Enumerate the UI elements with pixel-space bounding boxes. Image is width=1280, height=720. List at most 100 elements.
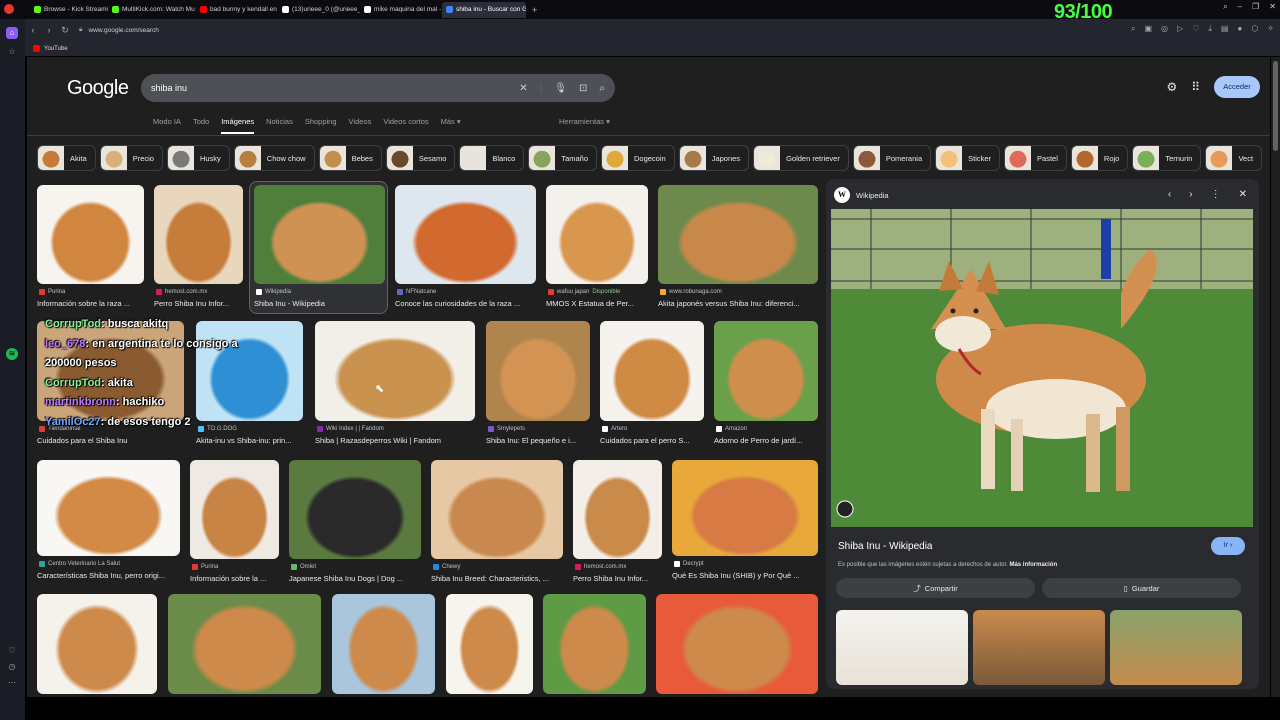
chevron-right-icon[interactable]: › [1189,189,1192,200]
image-result[interactable] [486,321,590,421]
browser-tab[interactable]: MultiKick.com: Watch Mu [108,2,196,18]
tab-1[interactable]: Todo [193,117,209,134]
result-source[interactable]: hemost.com.mx [156,289,207,295]
related-chip[interactable]: Precio [99,145,163,171]
result-title[interactable]: Qué Es Shiba Inu (SHIB) y Por Qué ... [672,571,824,580]
search-icon[interactable]: ⌕ [599,83,605,94]
result-source[interactable]: Centro Veterinario La Salut [39,561,120,567]
result-title[interactable]: Cuidados para el perro S... [600,436,710,445]
reload-icon[interactable]: ↻ [57,25,73,36]
result-title[interactable]: Shiba | Razasdeperros Wiki | Fandom [315,436,481,445]
close-window-icon[interactable]: ✕ [1269,2,1276,12]
clear-icon[interactable]: ✕ [519,83,527,94]
tab-3[interactable]: Noticias [266,117,293,134]
zoom-icon[interactable]: ⌕ [1131,24,1135,34]
home-icon[interactable]: ⌂ [6,27,18,39]
result-title[interactable]: Información sobre la raza ... [37,299,150,308]
tab-5[interactable]: Videos [349,117,372,134]
image-result[interactable] [254,185,385,284]
result-source[interactable]: NFNatcane [397,289,436,295]
related-image[interactable] [836,610,968,685]
related-chip[interactable]: Husky [166,145,230,171]
related-image[interactable] [1110,610,1242,685]
related-chip[interactable]: Chow chow [233,145,315,171]
related-chip[interactable]: Rojo [1070,145,1129,171]
result-title[interactable]: Akita japonés versus Shiba Inu: diferenc… [658,299,824,308]
tab-4[interactable]: Shopping [305,117,337,134]
result-title[interactable]: Características Shiba Inu, perro origi..… [37,571,186,580]
image-result[interactable] [573,460,662,559]
result-title[interactable]: MMOS X Estatua de Per... [546,299,654,308]
image-result[interactable] [672,460,818,556]
image-result[interactable] [543,594,646,694]
result-title[interactable]: Shiba Inu: El pequeño e i... [486,436,596,445]
related-chip[interactable]: Sticker [935,145,1001,171]
related-chip[interactable]: Pomerania [852,145,932,171]
search-box[interactable]: shiba inu ✕ | 🎙︎ ⊡ ⌕ [141,74,615,102]
related-chip[interactable]: Ternurin [1132,145,1202,171]
related-chip[interactable]: Dogecoin [601,145,675,171]
image-result[interactable] [168,594,321,694]
tab-2[interactable]: Imágenes [221,117,255,134]
tab-6[interactable]: Videos cortos [383,117,428,134]
related-chip[interactable]: Bebes [318,145,382,171]
bookmark-icon[interactable]: ♡ [1192,24,1199,34]
visit-button[interactable]: Ir › [1211,537,1245,555]
image-result[interactable] [658,185,818,284]
image-result[interactable] [600,321,704,421]
search-input[interactable]: shiba inu [151,83,519,93]
related-chip[interactable]: Blanco [459,145,525,171]
back-icon[interactable]: ‹ [25,25,41,35]
result-source[interactable]: Purina [39,289,65,295]
image-result[interactable] [289,460,421,559]
scrollbar-thumb[interactable] [1273,61,1278,151]
spotify-icon[interactable]: ≋ [6,348,18,360]
result-title[interactable]: Japanese Shiba Inu Dogs | Dog ... [289,574,427,583]
related-chip[interactable]: Vect [1205,145,1263,171]
google-logo[interactable]: Google [67,77,129,100]
address-bar[interactable]: 🔒︎ www.google.com/search [79,26,159,34]
image-result[interactable] [656,594,818,694]
tools-menu[interactable]: Herramientas ▾ [559,117,610,126]
image-result[interactable] [714,321,818,421]
result-source[interactable]: Artero [602,426,627,432]
download-icon[interactable]: ⤓ [1208,24,1212,34]
result-source[interactable]: Wiki Index | | Fandom [317,426,384,432]
result-title[interactable]: Akita-inu vs Shiba-inu: prin... [196,436,309,445]
image-result[interactable] [37,594,157,694]
image-result[interactable] [395,185,536,284]
related-chip[interactable]: Akita [37,145,96,171]
heart-icon[interactable]: ♡ [6,645,18,657]
image-result[interactable] [546,185,648,284]
play-icon[interactable]: ▷ [1177,24,1183,34]
result-source[interactable]: wafuu japan Disponible [548,289,620,295]
result-source[interactable]: Chewy [433,564,460,570]
profile-icon[interactable]: ● [1237,24,1242,34]
chevron-left-icon[interactable]: ‹ [1168,189,1171,200]
result-title[interactable]: Perro Shiba Inu Infor... [154,299,249,308]
extensions-icon[interactable]: ⬡ [1251,24,1258,34]
browser-tab[interactable]: bad bunny y kendall en s [196,2,278,18]
preview-image[interactable] [831,209,1253,527]
share-button[interactable]: ⤴ Compartir [836,578,1035,598]
browser-logo-icon[interactable] [4,4,14,14]
result-title[interactable]: Adorno de Perro de jardí... [714,436,824,445]
related-chip[interactable]: Tamaño [528,145,597,171]
search-tabs-icon[interactable]: ⌕ [1223,2,1227,12]
image-result[interactable] [190,460,279,559]
result-source[interactable]: hemost.com.mx [575,564,626,570]
panel-source[interactable]: W Wikipedia [834,187,889,203]
result-source[interactable]: Decrypt [674,561,704,567]
minimize-icon[interactable]: – [1238,2,1242,12]
star-icon[interactable]: ☆ [6,46,18,58]
result-title[interactable]: Shiba Inu - Wikipedia [254,299,391,308]
result-title[interactable]: Cuidados para el Shiba Inu [37,436,190,445]
history-icon[interactable]: ◷ [6,661,18,673]
image-result[interactable] [332,594,435,694]
browser-tab[interactable]: Browse - Kick Streaming [30,2,108,18]
result-source[interactable]: www.robunaga.com [660,289,722,295]
wallet-icon[interactable]: ▤ [1221,24,1229,34]
result-source[interactable]: Amazon [716,426,747,432]
lens-icon[interactable]: ⊡ [579,83,587,94]
screenshot-icon[interactable]: ▣ [1144,24,1152,34]
